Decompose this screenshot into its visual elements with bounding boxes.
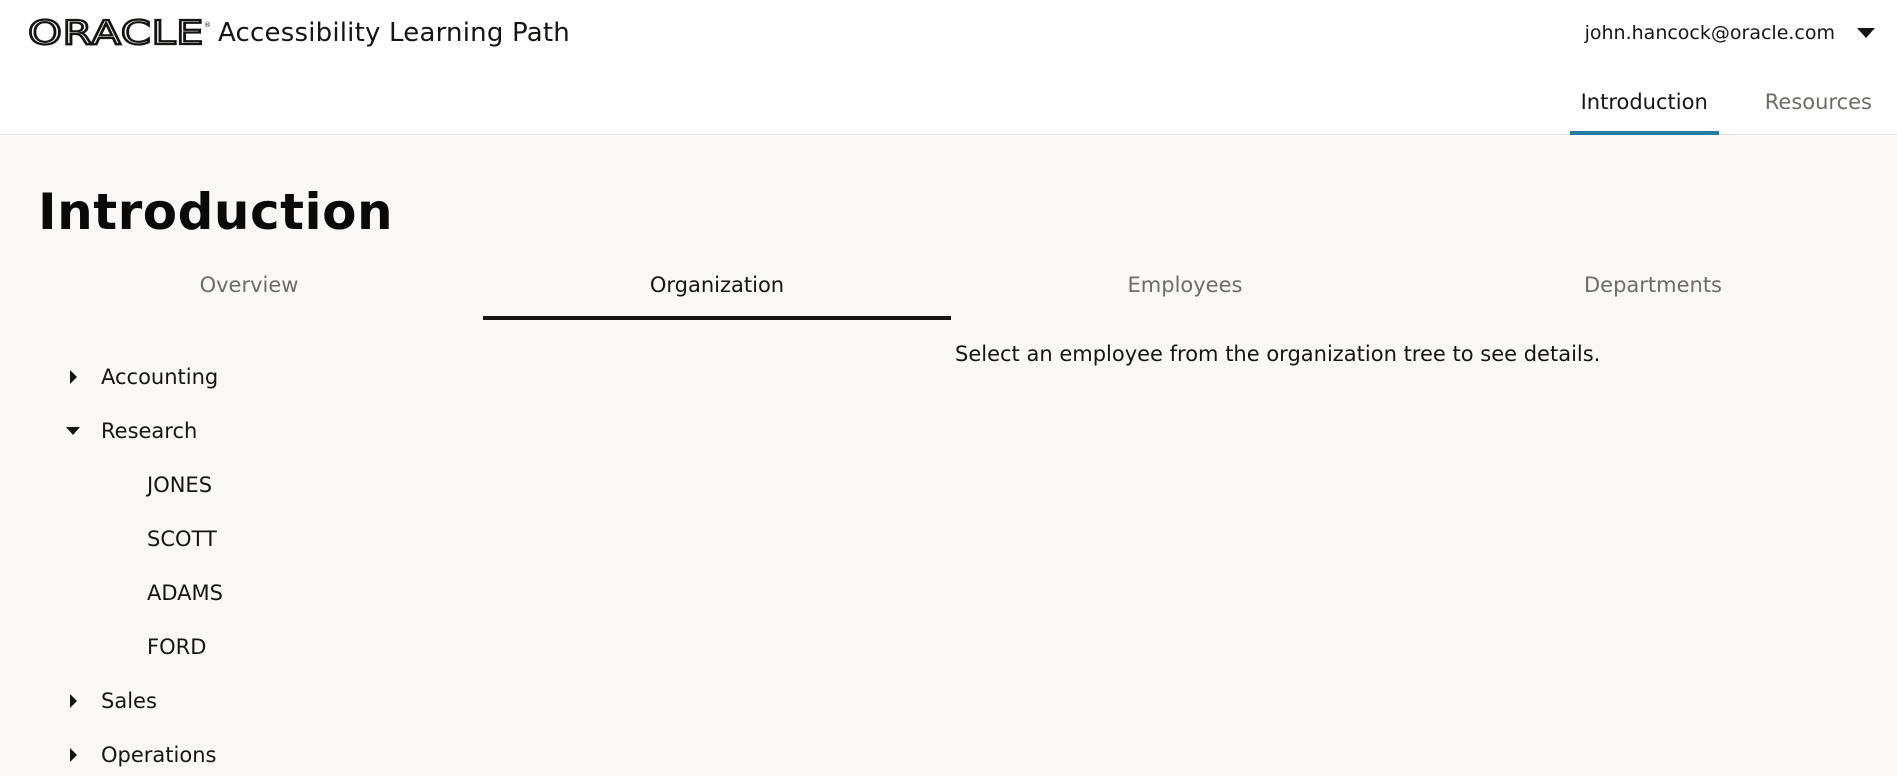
svg-text:®: ®	[204, 21, 210, 29]
app-header: ORACLE ® Accessibility Learning Path joh…	[0, 0, 1897, 135]
caret-right-icon[interactable]	[66, 693, 80, 709]
caret-right-icon[interactable]	[66, 747, 80, 763]
caret-right-icon[interactable]	[66, 369, 80, 385]
tree-node-label: Sales	[101, 689, 157, 713]
nav-resources[interactable]: Resources	[1754, 80, 1883, 135]
app-title: Accessibility Learning Path	[218, 18, 570, 48]
caret-down-icon[interactable]	[66, 423, 80, 439]
details-placeholder: Select an employee from the organization…	[955, 342, 1601, 366]
tree-leaf-jones[interactable]: JONES	[66, 458, 466, 512]
tree-node-research[interactable]: Research	[66, 404, 466, 458]
tree-leaf-ford[interactable]: FORD	[66, 620, 466, 674]
page-title: Introduction	[38, 183, 394, 241]
tree-node-sales[interactable]: Sales	[66, 674, 466, 728]
tree-node-label: Research	[101, 419, 198, 443]
tree-node-operations[interactable]: Operations	[66, 728, 466, 776]
tree-leaf-adams[interactable]: ADAMS	[66, 566, 466, 620]
tab-departments[interactable]: Departments	[1419, 265, 1887, 320]
tab-employees[interactable]: Employees	[951, 265, 1419, 320]
tab-overview[interactable]: Overview	[15, 265, 483, 320]
top-navigation: Introduction Resources	[1535, 80, 1883, 135]
caret-down-icon[interactable]	[1857, 28, 1875, 38]
tree-node-label: Accounting	[101, 365, 219, 389]
tab-organization[interactable]: Organization	[483, 265, 951, 320]
user-menu[interactable]: john.hancock@oracle.com	[1585, 22, 1875, 44]
main-content: Introduction Overview Organization Emplo…	[0, 135, 1897, 776]
tree-node-accounting[interactable]: Accounting	[66, 350, 466, 404]
oracle-logo: ORACLE ®	[28, 18, 210, 48]
tree-leaf-scott[interactable]: SCOTT	[66, 512, 466, 566]
tab-bar: Overview Organization Employees Departme…	[15, 265, 1887, 320]
organization-tree: Accounting Research JONES SCOTT ADAMS FO…	[66, 350, 466, 776]
oracle-logo-text: ORACLE	[28, 18, 204, 48]
nav-introduction[interactable]: Introduction	[1569, 80, 1719, 135]
brand[interactable]: ORACLE ® Accessibility Learning Path	[28, 18, 570, 48]
user-email: john.hancock@oracle.com	[1584, 22, 1835, 44]
tree-node-label: Operations	[101, 743, 217, 767]
